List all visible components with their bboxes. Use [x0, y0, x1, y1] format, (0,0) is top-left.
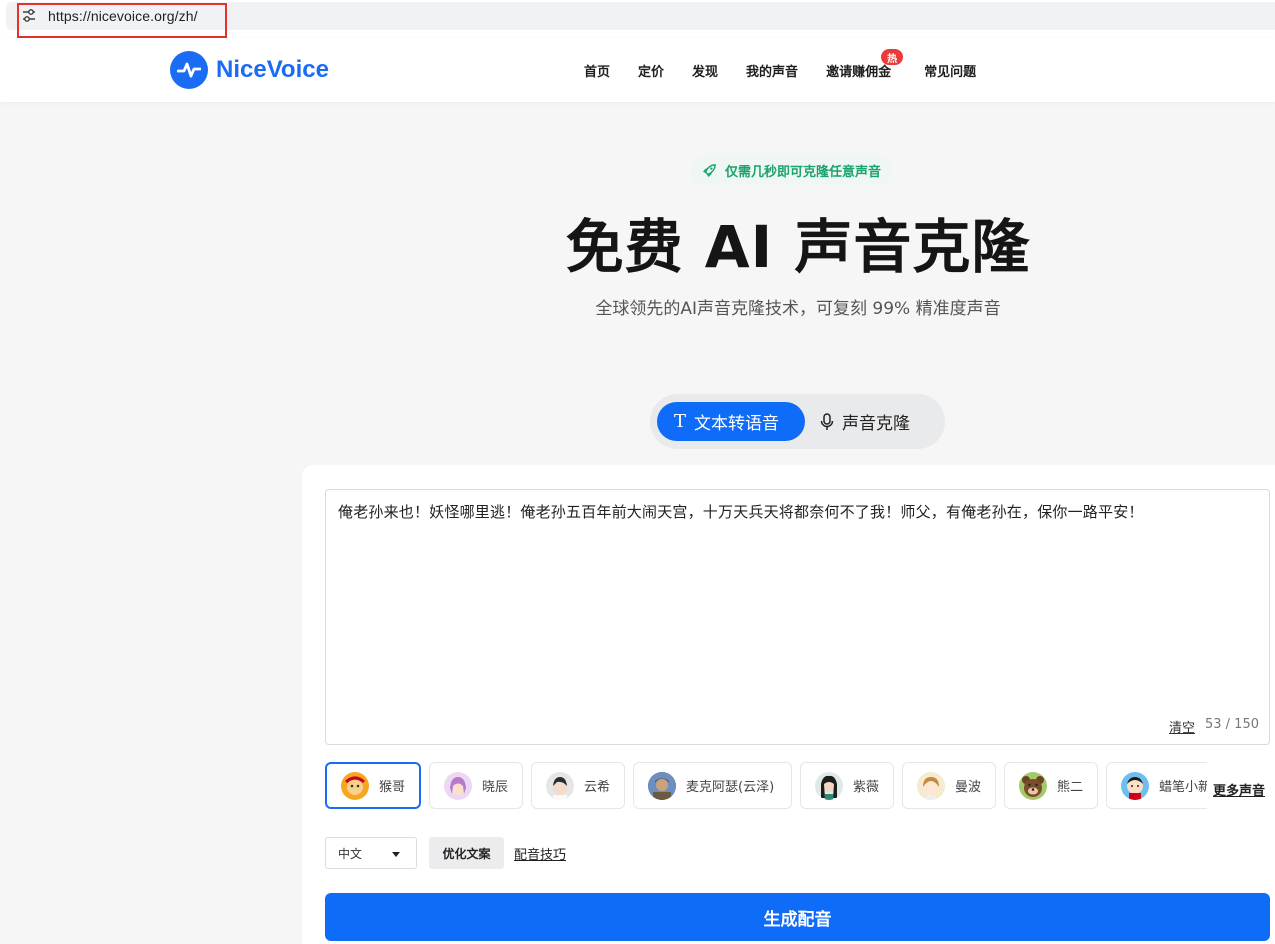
voice-card[interactable]: 熊二	[1004, 762, 1098, 809]
tab-voice-clone-label: 声音克隆	[842, 414, 910, 434]
tab-text-to-speech[interactable]: T 文本转语音	[657, 402, 805, 441]
optimize-text-button[interactable]: 优化文案	[429, 837, 504, 869]
voice-name: 熊二	[1057, 780, 1084, 795]
nav-referral[interactable]: 邀请赚佣金 热	[826, 49, 904, 80]
language-select-value: 中文	[338, 846, 363, 861]
nav-referral-label: 邀请赚佣金	[826, 65, 892, 80]
nav-discover[interactable]: 发现	[692, 61, 718, 80]
logo[interactable]: NiceVoice	[170, 51, 329, 89]
dubbing-tips-link[interactable]: 配音技巧	[514, 844, 566, 863]
avatar	[815, 771, 843, 800]
site-header: NiceVoice 首页 定价 发现 我的声音 邀请赚佣金 热 常见问题	[0, 38, 1275, 102]
hero-tag-text: 仅需几秒即可克隆任意声音	[725, 164, 882, 180]
voice-name: 云希	[584, 780, 611, 795]
avatar	[341, 771, 369, 800]
voice-card[interactable]: 蜡笔小新	[1106, 762, 1207, 809]
clear-button[interactable]: 清空	[1169, 717, 1195, 736]
nav-pricing[interactable]: 定价	[638, 61, 664, 80]
avatar	[444, 771, 472, 800]
voice-card[interactable]: 曼波	[902, 762, 996, 809]
voice-card[interactable]: 晓辰	[429, 762, 523, 809]
logo-text: NiceVoice	[216, 56, 329, 83]
voice-card[interactable]: 麦克阿瑟(云泽)	[633, 762, 792, 809]
page-title: 免费 AI 声音克隆	[565, 213, 1031, 281]
voice-card[interactable]: 云希	[531, 762, 625, 809]
nav-home[interactable]: 首页	[584, 61, 610, 80]
rocket-icon	[703, 163, 716, 177]
avatar	[917, 771, 945, 800]
voice-card[interactable]: 猴哥	[325, 762, 421, 809]
logo-waveform-icon	[170, 51, 208, 89]
text-input-content[interactable]: 俺老孙来也！妖怪哪里逃！俺老孙五百年前大闹天宫，十万天兵天将都奈何不了我！师父，…	[338, 501, 1144, 522]
tts-panel: 俺老孙来也！妖怪哪里逃！俺老孙五百年前大闹天宫，十万天兵天将都奈何不了我！师父，…	[302, 465, 1275, 944]
hot-badge: 热	[881, 49, 904, 65]
voice-name: 曼波	[955, 780, 982, 795]
avatar	[546, 771, 574, 800]
avatar	[1121, 771, 1149, 800]
voice-list: 猴哥 晓辰 云希 麦克阿瑟(云泽) 紫薇 曼波 熊二 蜡笔小新	[325, 762, 1207, 810]
text-input-area[interactable]: 俺老孙来也！妖怪哪里逃！俺老孙五百年前大闹天宫，十万天兵天将都奈何不了我！师父，…	[325, 489, 1270, 745]
generate-audio-button[interactable]: 生成配音	[325, 893, 1270, 941]
main-nav: 首页 定价 发现 我的声音 邀请赚佣金 热 常见问题	[584, 49, 1004, 80]
hero-tag: 仅需几秒即可克隆任意声音	[690, 155, 894, 185]
voice-name: 麦克阿瑟(云泽)	[686, 780, 775, 795]
char-counter: 53 / 150	[1205, 717, 1259, 732]
more-voices-link[interactable]: 更多声音	[1213, 780, 1265, 799]
tab-text-to-speech-label: 文本转语音	[694, 414, 780, 434]
voice-name: 晓辰	[482, 780, 509, 795]
mode-tabs: T 文本转语音 声音克隆	[650, 394, 945, 449]
voice-name: 紫薇	[853, 780, 880, 795]
nav-faq[interactable]: 常见问题	[924, 61, 976, 80]
voice-card[interactable]: 紫薇	[800, 762, 894, 809]
nav-my-voices[interactable]: 我的声音	[746, 61, 798, 80]
language-select[interactable]: 中文	[325, 837, 417, 869]
voice-name: 蜡笔小新	[1159, 780, 1207, 795]
url-highlight-box	[17, 3, 227, 38]
caret-down-icon	[392, 852, 400, 857]
avatar	[1019, 771, 1047, 800]
avatar	[648, 771, 676, 800]
text-icon: T	[674, 411, 687, 432]
browser-address-bar: https://nicevoice.org/zh/	[0, 0, 1275, 38]
microphone-icon	[820, 412, 834, 430]
page-subtitle: 全球领先的AI声音克隆技术，可复刻 99% 精准度声音	[595, 299, 1001, 319]
voice-name: 猴哥	[379, 780, 406, 795]
tab-voice-clone[interactable]: 声音克隆	[820, 402, 910, 441]
